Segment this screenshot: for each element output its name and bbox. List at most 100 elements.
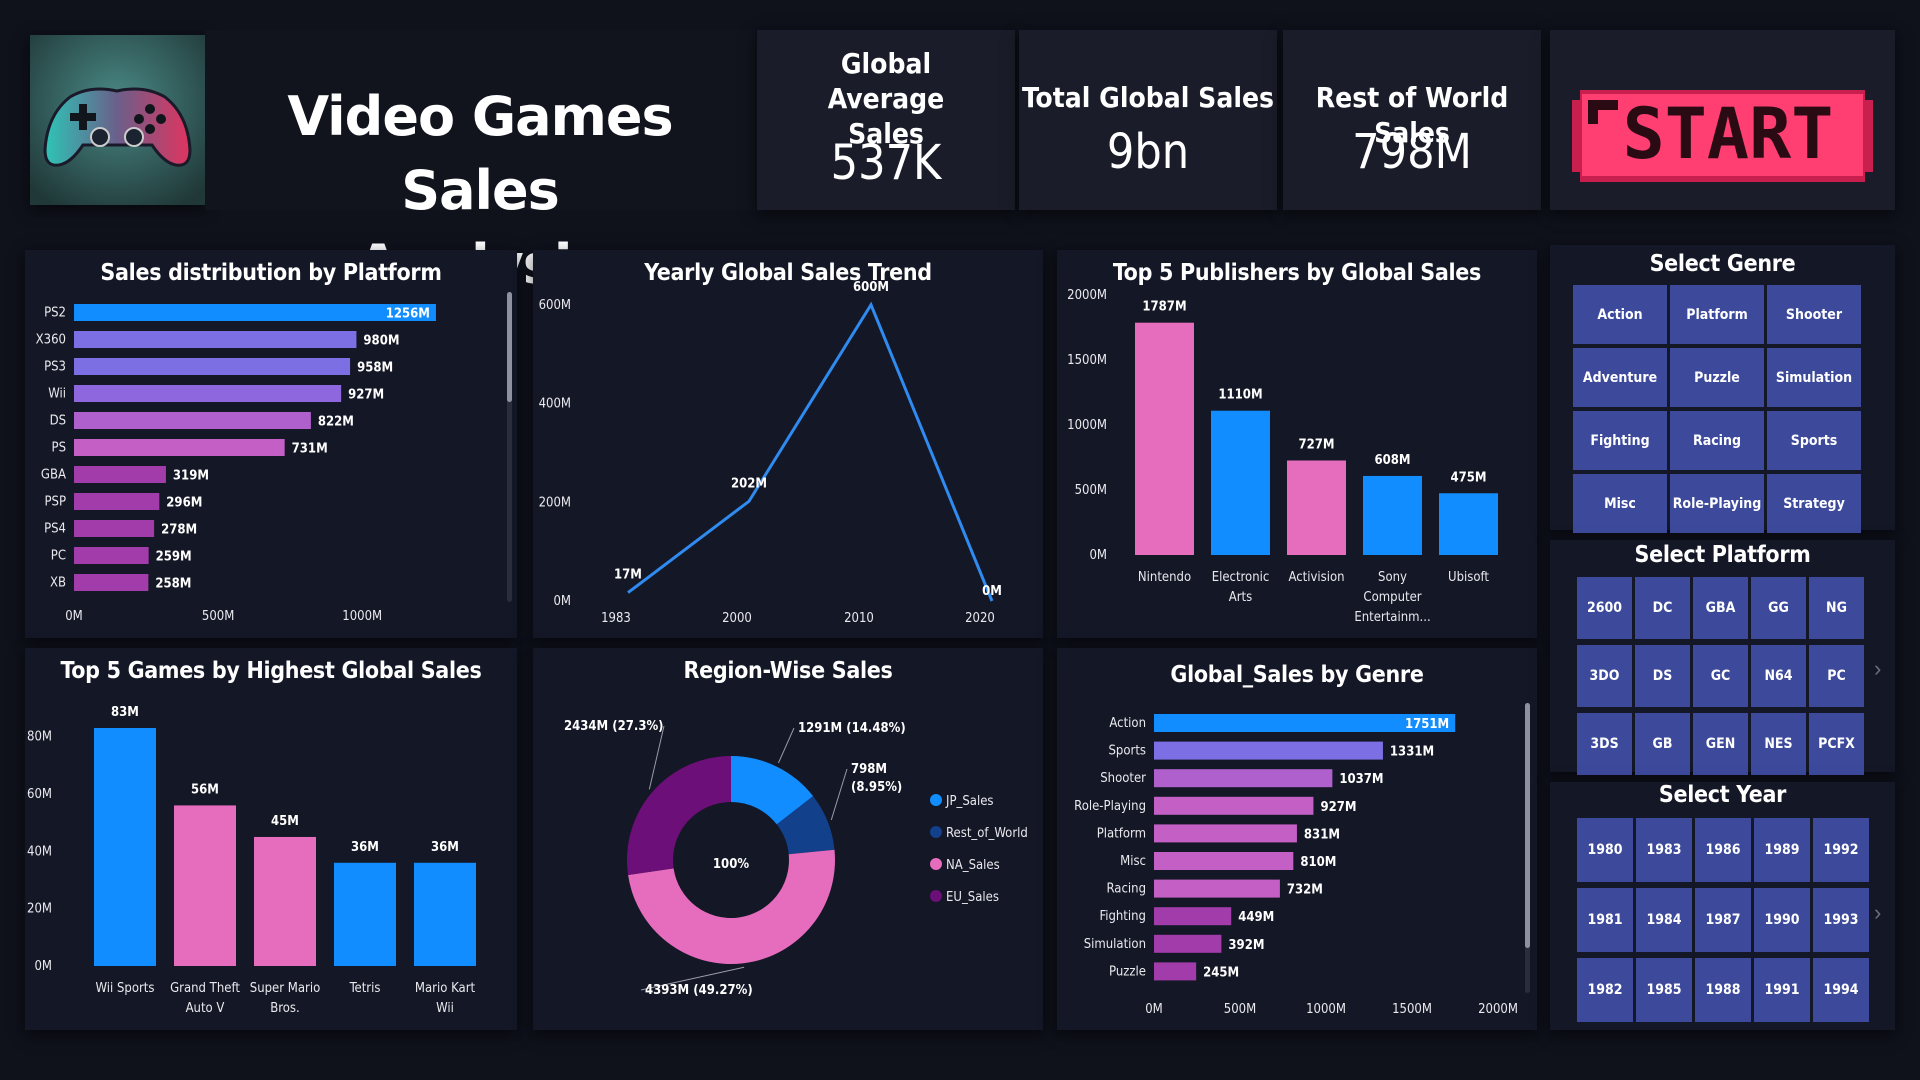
bar — [1154, 934, 1222, 953]
yearly-line-chart: 0M 200M 400M 600M 17M 1983 202M 2000 600M 2010 0M 2… — [539, 280, 1002, 626]
data-label: 475M — [1450, 470, 1486, 485]
games-bar-chart: 0M 20M 40M 60M 80M 83M Wii Sports 56M Grand Thef… — [27, 705, 476, 1016]
logo — [30, 35, 205, 205]
data-label: 278M — [161, 523, 197, 538]
bar — [74, 385, 342, 402]
year-option-1981[interactable]: 1981 — [1577, 888, 1633, 952]
platform-option-n64[interactable]: N64 — [1751, 645, 1806, 707]
data-label: 608M — [1374, 453, 1410, 468]
genre-option-action[interactable]: Action — [1573, 285, 1667, 344]
start-label: START — [1623, 93, 1834, 175]
data-label: 927M — [1320, 800, 1356, 815]
year-option-1980[interactable]: 1980 — [1577, 818, 1633, 882]
category-label: PC — [51, 549, 66, 564]
year-option-1992[interactable]: 1992 — [1813, 818, 1869, 882]
data-label: 319M — [173, 469, 209, 484]
year-option-1993[interactable]: 1993 — [1813, 888, 1869, 952]
bar — [74, 412, 311, 429]
bar — [74, 358, 351, 375]
y-tick-label: 20M — [27, 902, 52, 917]
year-option-1988[interactable]: 1988 — [1695, 958, 1751, 1022]
platform-option-ds[interactable]: DS — [1635, 645, 1690, 707]
year-option-1989[interactable]: 1989 — [1754, 818, 1810, 882]
scrollbar[interactable] — [507, 292, 512, 602]
bar — [74, 466, 166, 483]
data-label: 727M — [1298, 437, 1334, 452]
data-label: 927M — [348, 388, 384, 403]
genre-slicer-panel: Select Genre Action Platform Shooter Advent… — [1550, 245, 1895, 533]
genre-option-sports[interactable]: Sports — [1767, 411, 1861, 470]
y-tick-label: 0M — [553, 594, 571, 609]
genre-option-racing[interactable]: Racing — [1670, 411, 1764, 470]
year-option-1984[interactable]: 1984 — [1636, 888, 1692, 952]
genre-option-platform[interactable]: Platform — [1670, 285, 1764, 344]
platform-option-gb[interactable]: GB — [1635, 713, 1690, 775]
genre-option-shooter[interactable]: Shooter — [1767, 285, 1861, 344]
category-label: Simulation — [1084, 937, 1146, 952]
y-tick-label: 60M — [27, 787, 52, 802]
chevron-right-icon[interactable]: › — [1874, 656, 1881, 682]
bar — [74, 574, 149, 591]
category-label: Activision — [1288, 570, 1344, 585]
year-option-1991[interactable]: 1991 — [1754, 958, 1810, 1022]
legend-label: Rest_of_World — [946, 826, 1028, 841]
platform-option-gba[interactable]: GBA — [1693, 577, 1748, 639]
data-label: 1751M — [1405, 717, 1449, 732]
platform-option-gen[interactable]: GEN — [1693, 713, 1748, 775]
category-label: Puzzle — [1109, 964, 1146, 979]
platform-option-ng[interactable]: NG — [1809, 577, 1864, 639]
x-tick-label: 1500M — [1392, 1002, 1432, 1017]
platform-option-gc[interactable]: GC — [1693, 645, 1748, 707]
scrollbar[interactable] — [1525, 703, 1530, 993]
genre-option-misc[interactable]: Misc — [1573, 474, 1667, 533]
category-label: Electronic Arts — [1212, 570, 1270, 605]
year-option-1994[interactable]: 1994 — [1813, 958, 1869, 1022]
platform-option-nes[interactable]: NES — [1751, 713, 1806, 775]
y-tick-label: 200M — [539, 495, 571, 510]
platform-option-gg[interactable]: GG — [1751, 577, 1806, 639]
year-option-1983[interactable]: 1983 — [1636, 818, 1692, 882]
leader-line — [648, 725, 665, 790]
chevron-right-icon[interactable]: › — [1874, 900, 1881, 926]
data-label: 2434M (27.3%) — [564, 719, 664, 734]
bar — [1154, 962, 1197, 981]
year-option-1982[interactable]: 1982 — [1577, 958, 1633, 1022]
year-option-1990[interactable]: 1990 — [1754, 888, 1810, 952]
genre-option-adventure[interactable]: Adventure — [1573, 348, 1667, 407]
platform-chart-panel: Sales distribution by Platform PS2 1256M X… — [25, 250, 517, 638]
platform-option-3do[interactable]: 3DO — [1577, 645, 1632, 707]
leader-line — [777, 727, 795, 764]
year-option-1987[interactable]: 1987 — [1695, 888, 1751, 952]
genre-option-strategy[interactable]: Strategy — [1767, 474, 1861, 533]
platform-option-dc[interactable]: DC — [1635, 577, 1690, 639]
genre-option-role-playing[interactable]: Role-Playing — [1670, 474, 1764, 533]
genre-option-simulation[interactable]: Simulation — [1767, 348, 1861, 407]
kpi-card-global-average: Global Average Sales 537K — [757, 30, 1015, 210]
bar — [1154, 879, 1280, 898]
year-option-1986[interactable]: 1986 — [1695, 818, 1751, 882]
platform-option-3ds[interactable]: 3DS — [1577, 713, 1632, 775]
region-chart-panel: Region-Wise Sales 100% 1291M (14.48%) 798M… — [533, 648, 1043, 1030]
platform-option-2600[interactable]: 2600 — [1577, 577, 1632, 639]
genre-option-puzzle[interactable]: Puzzle — [1670, 348, 1764, 407]
data-label: 36M — [351, 840, 379, 855]
trend-chart-panel: Yearly Global Sales Trend 0M 200M 400M 600M… — [533, 250, 1043, 638]
data-label: 392M — [1228, 938, 1264, 953]
kpi-card-total-global: Total Global Sales 9bn — [1019, 30, 1277, 210]
genre-option-fighting[interactable]: Fighting — [1573, 411, 1667, 470]
category-label: PSP — [44, 495, 66, 510]
data-label: 810M — [1300, 855, 1336, 870]
data-label: 731M — [292, 442, 328, 457]
platform-option-pc[interactable]: PC — [1809, 645, 1864, 707]
category-label: Platform — [1097, 826, 1146, 841]
category-label: Sony Computer Entertainm... — [1354, 570, 1430, 625]
data-label: 45M — [271, 814, 299, 829]
x-tick-label: 0M — [1145, 1002, 1163, 1017]
category-label: Tetris — [349, 981, 381, 996]
dashboard-title-panel: Video Games SalesAnalysis — [205, 30, 755, 296]
legend-marker — [930, 890, 942, 902]
year-option-1985[interactable]: 1985 — [1636, 958, 1692, 1022]
slicer-title: Select Genre — [1649, 251, 1796, 277]
platform-option-pcfx[interactable]: PCFX — [1809, 713, 1864, 775]
start-banner[interactable]: START — [1550, 30, 1895, 210]
